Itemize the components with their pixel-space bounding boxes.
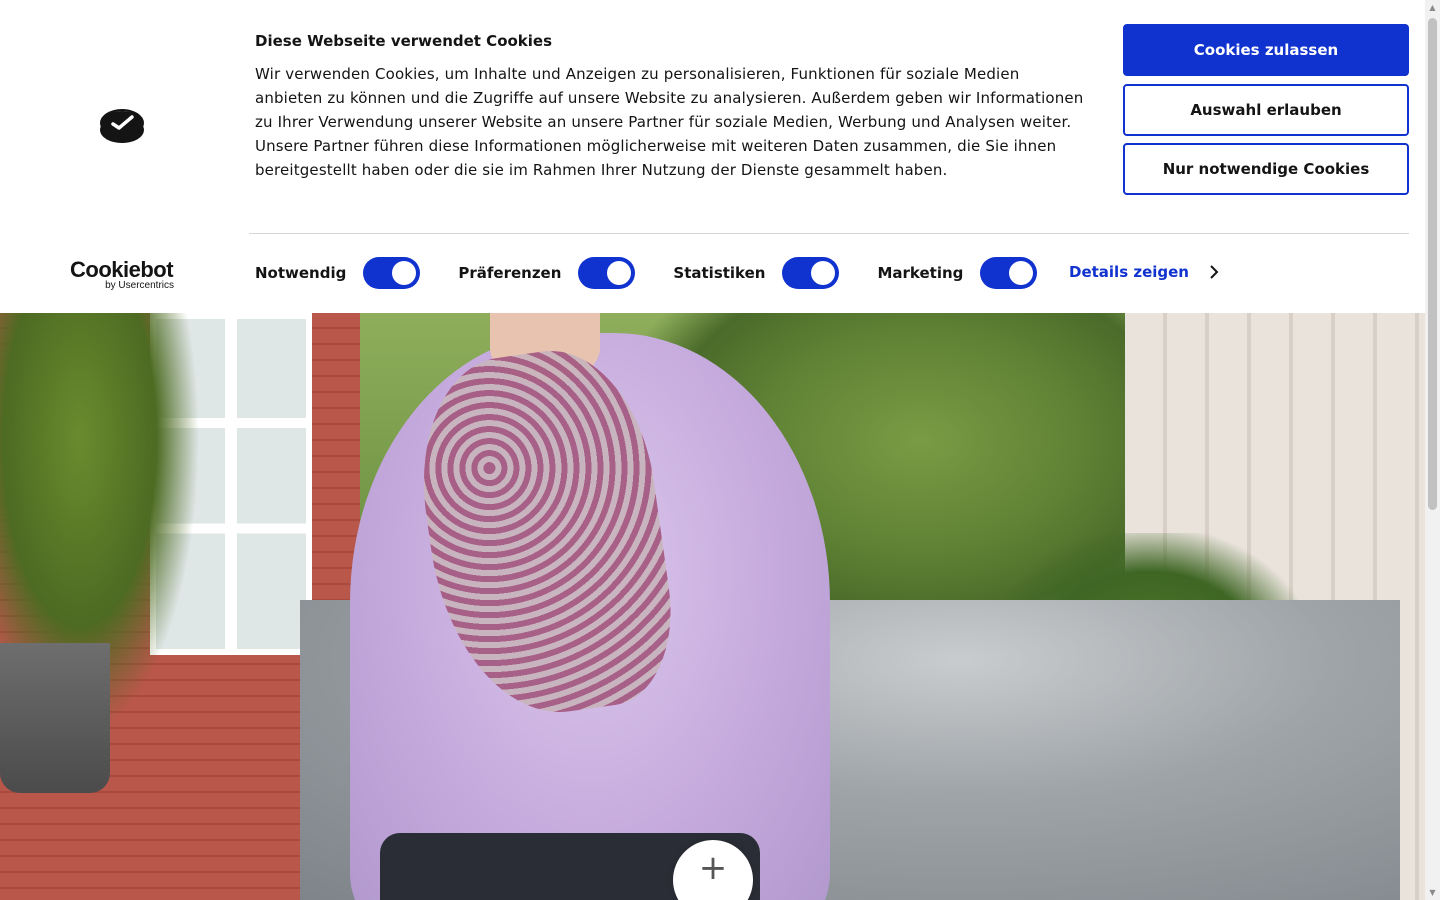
switch-knob [811, 261, 836, 285]
toggle-label: Präferenzen [458, 264, 562, 282]
switch-knob [1009, 261, 1034, 285]
toggle-statistics: Statistiken [673, 257, 840, 289]
consent-toggles: Notwendig Präferenzen Statistiken Market… [255, 254, 1075, 292]
planter-pot [0, 643, 110, 793]
toggle-label: Marketing [877, 264, 964, 282]
cookie-consent-banner: Cookiebot by Usercentrics Diese Webseite… [0, 0, 1425, 313]
toggle-label: Statistiken [673, 264, 766, 282]
brand-name: Cookiebot [70, 257, 174, 282]
page-scrollbar[interactable]: ▲ ▼ [1425, 0, 1440, 900]
toggle-switch-preferences[interactable] [578, 257, 636, 289]
necessary-only-button[interactable]: Nur notwendige Cookies [1123, 143, 1409, 195]
cookiebot-brand[interactable]: Cookiebot by Usercentrics [70, 257, 174, 292]
details-link-label: Details zeigen [1069, 263, 1189, 281]
switch-knob [607, 261, 632, 285]
allow-selection-button[interactable]: Auswahl erlauben [1123, 84, 1409, 136]
scrollbar-thumb[interactable] [1428, 18, 1437, 510]
banner-title: Diese Webseite verwendet Cookies [255, 32, 553, 50]
toggle-switch-marketing[interactable] [980, 257, 1038, 289]
switch-knob [392, 261, 417, 285]
plus-icon: + [698, 848, 728, 888]
banner-description: Wir verwenden Cookies, um Inhalte und An… [255, 65, 1084, 179]
scroll-up-icon[interactable]: ▲ [1425, 0, 1440, 15]
hero-image: + [0, 313, 1425, 900]
toggle-switch-necessary[interactable] [363, 257, 421, 289]
cookiebot-logo-icon [100, 109, 144, 143]
toggle-switch-statistics[interactable] [782, 257, 840, 289]
show-details-link[interactable]: Details zeigen [1069, 263, 1221, 281]
divider [249, 233, 1409, 234]
toggle-label: Notwendig [255, 264, 347, 282]
chevron-right-icon [1210, 265, 1219, 279]
toggle-preferences: Präferenzen [458, 257, 636, 289]
scroll-down-icon[interactable]: ▼ [1425, 885, 1440, 900]
toggle-necessary: Notwendig [255, 257, 421, 289]
toggle-marketing: Marketing [877, 257, 1038, 289]
allow-all-cookies-button[interactable]: Cookies zulassen [1123, 24, 1409, 76]
